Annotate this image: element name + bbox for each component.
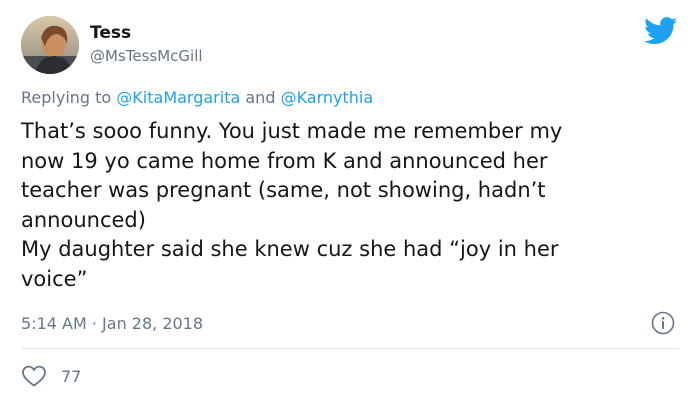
- replying-prefix: Replying to: [21, 88, 112, 107]
- author-name[interactable]: Tess: [90, 23, 131, 43]
- heart-icon: [22, 365, 46, 387]
- meta-separator: ·: [91, 314, 97, 333]
- tweet-timestamp[interactable]: 5:14 AM · Jan 28, 2018: [21, 314, 203, 333]
- author-handle[interactable]: @MsTessMcGill: [90, 47, 203, 65]
- reply-user-link[interactable]: @KitaMargarita: [116, 88, 240, 107]
- replying-to: Replying to @KitaMargarita and @Karnythi…: [21, 88, 373, 107]
- tweet-text-line: That’s sooo funny. You just made me reme…: [21, 119, 563, 143]
- tweet-text-line: announced): [21, 207, 146, 232]
- tweet-text-line: teacher was pregnant (same, not showing,…: [21, 178, 546, 202]
- replying-joiner: and: [245, 88, 276, 107]
- like-button[interactable]: 77: [21, 363, 81, 389]
- avatar-photo: [21, 16, 79, 74]
- tweet-text: That’s sooo funny. You just made me reme…: [21, 117, 681, 294]
- tweet-date: Jan 28, 2018: [102, 314, 204, 333]
- like-count: 77: [61, 366, 82, 386]
- reply-user-link[interactable]: @Karnythia: [281, 88, 374, 107]
- divider: [21, 348, 679, 349]
- tweet-text-line: voice”: [21, 266, 88, 291]
- tweet-text-line: My daughter said she knew cuz she had “j…: [21, 237, 559, 261]
- twitter-bird-icon[interactable]: [644, 17, 678, 45]
- tweet-card: Tess @MsTessMcGill Replying to @KitaMarg…: [0, 0, 700, 402]
- info-icon[interactable]: [651, 311, 675, 335]
- tweet-time: 5:14 AM: [21, 314, 87, 333]
- tweet-text-line: now 19 yo came home from K and announced…: [21, 148, 548, 173]
- avatar[interactable]: [21, 16, 79, 74]
